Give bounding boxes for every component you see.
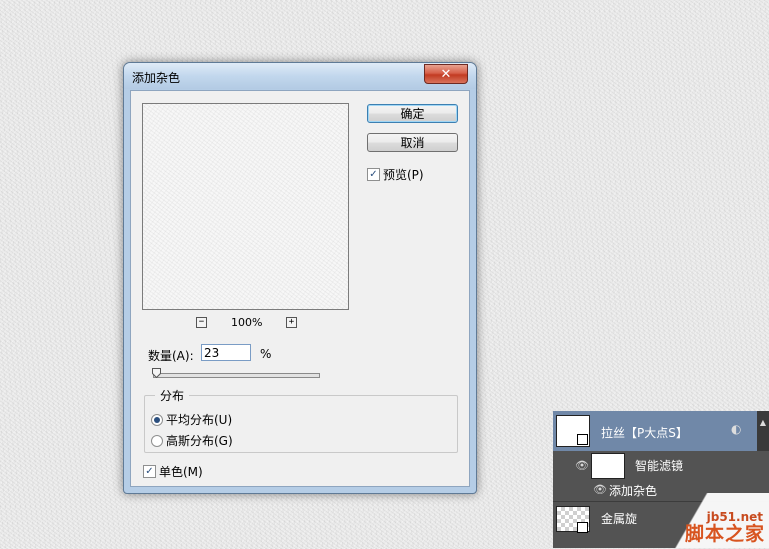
smart-object-badge-icon [577, 434, 588, 445]
scroll-up-icon[interactable]: ▲ [760, 418, 766, 427]
smart-object-badge-icon [577, 522, 588, 533]
amount-label: 数量(A): [148, 349, 194, 363]
zoom-out-button[interactable]: − [196, 317, 207, 328]
cancel-button[interactable]: 取消 [367, 133, 458, 152]
ok-button[interactable]: 确定 [367, 104, 458, 123]
dialog-body: − 100% + 确定 取消 ✓ 预览(P) 数量(A): % 分布 平均分布(… [130, 90, 470, 487]
smart-filters-label: 智能滤镜 [635, 459, 684, 473]
radio-gaussian[interactable] [151, 434, 163, 447]
close-icon: ✕ [440, 66, 452, 82]
amount-unit: % [260, 347, 272, 361]
layer-row-brushed[interactable]: 拉丝【P大点S】 ◐ ▲ [553, 411, 769, 451]
eye-icon[interactable]: 👁 [575, 459, 589, 472]
radio-uniform-label: 平均分布(U) [166, 413, 233, 427]
add-noise-dialog: 添加杂色 ✕ − 100% + 确定 取消 ✓ 预览(P) 数量(A): % 分… [123, 62, 477, 494]
amount-input[interactable] [201, 344, 251, 361]
preview-checkbox[interactable]: ✓ [367, 168, 380, 181]
minus-icon: − [198, 317, 205, 327]
title-bar[interactable]: 添加杂色 ✕ [124, 63, 476, 89]
radio-uniform[interactable] [151, 413, 163, 426]
monochrome-label: 单色(M) [159, 465, 203, 479]
plus-icon: + [288, 317, 295, 327]
watermark: jb51.net 脚本之家 [629, 493, 769, 548]
dialog-title: 添加杂色 [132, 71, 181, 85]
zoom-level: 100% [231, 316, 263, 329]
amount-slider-track[interactable] [153, 373, 320, 378]
layers-scrollbar[interactable]: ▲ [757, 411, 769, 451]
preview-checkbox-row[interactable]: ✓ 预览(P) [367, 166, 424, 183]
eye-icon[interactable]: 👁 [593, 483, 607, 496]
radio-gaussian-row[interactable]: 高斯分布(G) [151, 432, 233, 449]
radio-uniform-row[interactable]: 平均分布(U) [151, 411, 232, 428]
monochrome-checkbox-row[interactable]: ✓ 单色(M) [143, 463, 203, 480]
checkmark-icon: ✓ [145, 465, 154, 477]
checkmark-icon: ✓ [369, 168, 378, 180]
close-button[interactable]: ✕ [424, 64, 468, 84]
layer-name: 拉丝【P大点S】 [601, 426, 688, 440]
monochrome-checkbox[interactable]: ✓ [143, 465, 156, 478]
filter-mask-thumbnail [591, 453, 625, 479]
smart-filters-row[interactable]: 👁 智能滤镜 [553, 451, 769, 479]
smart-filter-indicator-icon[interactable]: ◐ [731, 422, 741, 436]
watermark-name: 脚本之家 [684, 523, 765, 545]
amount-slider-thumb[interactable] [152, 368, 162, 378]
distribution-title: 分布 [155, 387, 190, 404]
radio-gaussian-label: 高斯分布(G) [166, 434, 233, 448]
preview-area[interactable] [142, 103, 349, 310]
layers-panel: 拉丝【P大点S】 ◐ ▲ 👁 智能滤镜 👁 添加杂色 金属旋 jb51.net … [553, 411, 769, 548]
preview-label: 预览(P) [383, 168, 424, 182]
zoom-in-button[interactable]: + [286, 317, 297, 328]
